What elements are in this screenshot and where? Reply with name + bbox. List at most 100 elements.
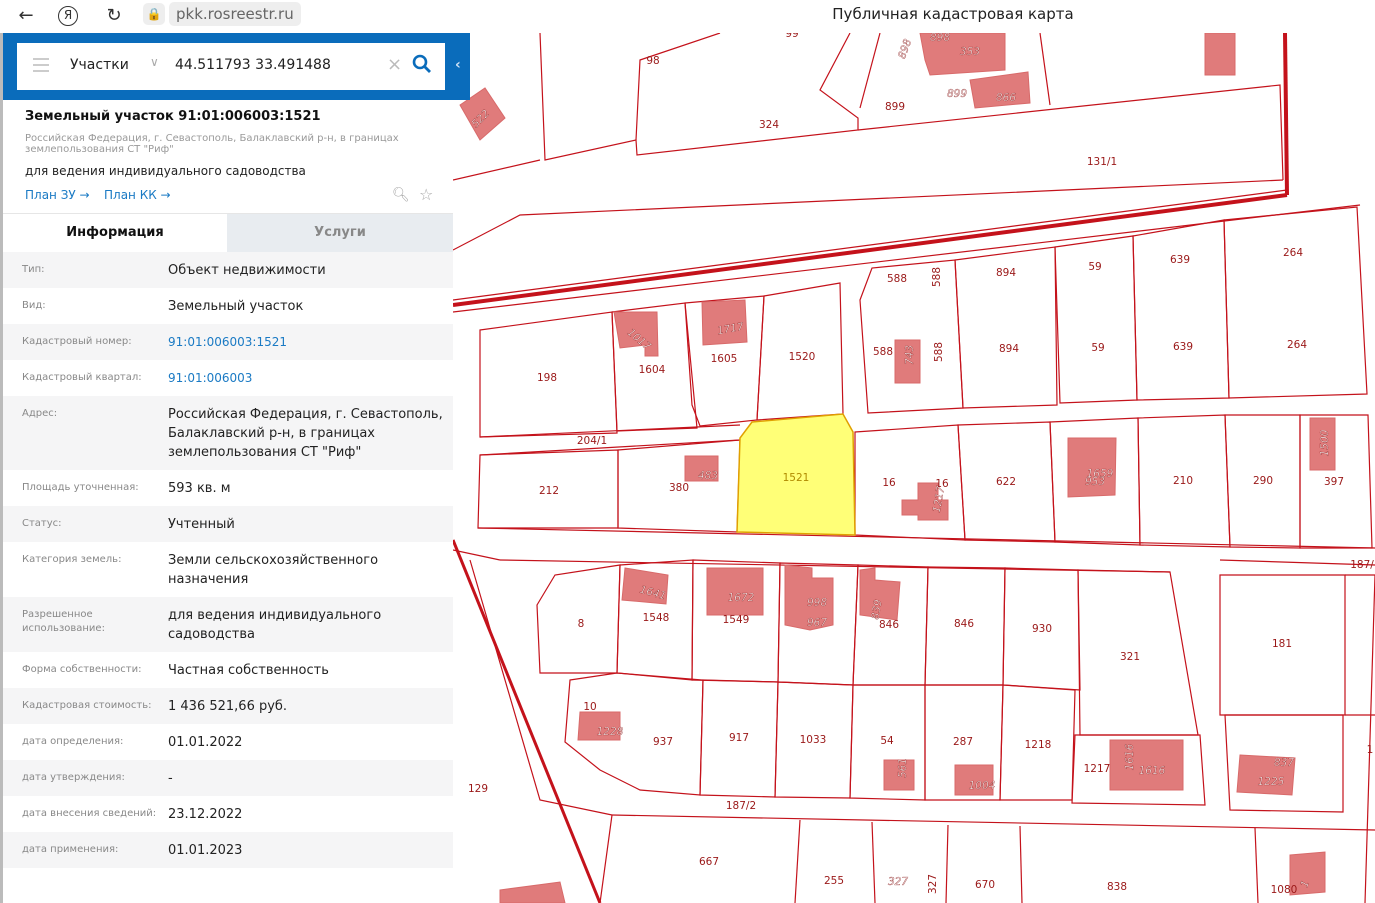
main-road-boundary[interactable] <box>453 193 1288 307</box>
tab-services[interactable]: Услуги <box>227 214 453 252</box>
parcel-label: 255 <box>824 875 844 887</box>
parcel-label: 99 <box>785 33 798 40</box>
parcel-label: 588 <box>931 267 943 287</box>
parcel-label: 894 <box>996 267 1016 279</box>
menu-icon[interactable] <box>33 58 49 72</box>
collapse-panel-icon[interactable]: ‹ <box>455 57 461 73</box>
attribute-value: - <box>168 771 173 786</box>
parcel-label: 1225 <box>1258 776 1285 788</box>
parcel-label: 324 <box>759 119 779 131</box>
main-road-boundary[interactable] <box>453 539 602 903</box>
boundary-line[interactable] <box>871 821 876 903</box>
parcel-label: 8 <box>578 618 585 630</box>
boundary-line[interactable] <box>599 814 613 903</box>
boundary-line[interactable] <box>945 824 949 903</box>
boundary-line[interactable] <box>857 84 1284 181</box>
parcel-label: 59 <box>1091 342 1104 354</box>
parcel-label: 917 <box>729 732 749 744</box>
parcel-label: 1616 <box>1139 765 1166 777</box>
zoom-to-object-icon[interactable]: 🔍︎ <box>392 187 410 203</box>
boundary-line[interactable] <box>539 33 859 161</box>
parcel-label: 1548 <box>643 612 670 624</box>
boundary-line[interactable] <box>453 204 1361 313</box>
attribute-label: Форма собственности: <box>22 664 142 675</box>
boundary-line[interactable] <box>479 439 741 456</box>
object-address: Российская Федерация, г. Севастополь, Ба… <box>25 133 399 155</box>
attribute-row: дата утверждения: - <box>3 760 453 796</box>
boundary-line[interactable] <box>477 527 1375 549</box>
tab-information[interactable]: Информация <box>3 214 227 252</box>
browser-toolbar: ← Я ↻ 🔒 pkk.rosreestr.ru Публичная кадас… <box>0 0 1375 33</box>
parcel-label: 670 <box>975 879 995 891</box>
parcel-label: 846 <box>879 619 899 631</box>
attribute-label: дата определения: <box>22 736 124 747</box>
boundary-line[interactable] <box>453 179 1284 251</box>
parcel-label: 16 <box>882 477 896 489</box>
parcel-label: 937 <box>653 736 673 748</box>
boundary-line[interactable] <box>611 814 1375 831</box>
search-icon[interactable] <box>410 52 434 76</box>
parcel-boundary[interactable] <box>1132 219 1230 401</box>
boundary-line[interactable] <box>479 424 741 438</box>
chevron-down-icon[interactable]: ∨ <box>150 55 159 69</box>
boundary-line[interactable] <box>635 33 721 141</box>
search-input[interactable]: 44.511793 33.491488 <box>175 57 331 73</box>
attribute-row: Вид: Земельный участок <box>3 288 453 324</box>
parcel-label: 290 <box>1253 475 1273 487</box>
plan-kk-link[interactable]: План КК → <box>104 188 171 202</box>
attribute-value: 1 436 521,66 руб. <box>168 699 288 714</box>
yandex-logo-icon[interactable]: Я <box>58 6 78 26</box>
attribute-value[interactable]: 91:01:006003 <box>168 369 448 388</box>
parcel-label: 1520 <box>789 351 816 363</box>
attribute-row: Разрешенное использование: для ведения ин… <box>3 597 453 652</box>
back-arrow-icon[interactable]: ← <box>14 4 38 28</box>
parcel-label: 321 <box>1120 651 1140 663</box>
parcel-boundary[interactable] <box>859 259 964 414</box>
parcel-label: 1004 <box>969 780 996 792</box>
boundary-line[interactable] <box>859 33 881 109</box>
clear-icon[interactable]: × <box>387 54 402 75</box>
attribute-value: Российская Федерация, г. Севастополь, Ба… <box>168 407 443 460</box>
boundary-line[interactable] <box>499 559 1171 573</box>
star-icon[interactable]: ☆ <box>419 185 433 204</box>
building[interactable] <box>499 881 566 903</box>
parcel-label: 899 <box>885 101 905 113</box>
boundary-line[interactable] <box>1364 574 1375 903</box>
attribute-row: дата применения: 01.01.2023 <box>3 832 453 868</box>
layer-select[interactable]: Участки <box>70 57 129 73</box>
parcel-label: 838 <box>1107 881 1127 893</box>
parcel-label: 98 <box>646 55 659 67</box>
parcel-label: 131/1 <box>1087 156 1117 168</box>
main-road-boundary[interactable] <box>1283 33 1289 196</box>
parcel-label: 667 <box>699 856 719 868</box>
boundary-line[interactable] <box>794 819 801 903</box>
boundary-line[interactable] <box>453 189 1288 301</box>
attribute-label: Кадастровый квартал: <box>22 372 142 383</box>
lock-icon[interactable]: 🔒 <box>143 3 165 25</box>
parcel-label: 54 <box>880 735 894 747</box>
attribute-value[interactable]: 91:01:006003:1521 <box>168 333 448 352</box>
parcel-label: 639 <box>1170 254 1190 266</box>
attribute-value: 01.01.2022 <box>168 735 243 750</box>
attribute-label: Категория земель: <box>22 554 122 565</box>
boundary-line[interactable] <box>1039 33 1051 106</box>
parcel-label: 327 <box>888 876 908 888</box>
boundary-line[interactable] <box>453 159 541 181</box>
info-panel: Участки ∨ 44.511793 33.491488 × ‹ Земель… <box>0 33 470 903</box>
boundary-line[interactable] <box>1019 825 1023 903</box>
plan-zu-link[interactable]: План ЗУ → <box>25 188 90 202</box>
parcel-label: 588 <box>887 273 907 285</box>
address-bar[interactable]: pkk.rosreestr.ru <box>169 2 301 26</box>
reload-icon[interactable]: ↻ <box>102 4 126 28</box>
building[interactable] <box>1204 33 1236 76</box>
parcel-label: 1 <box>1367 744 1374 756</box>
parcel-boundary[interactable] <box>1223 206 1368 399</box>
attribute-label: дата утверждения: <box>22 772 125 783</box>
parcel-label: 198 <box>537 372 557 384</box>
cadastral-map[interactable]: 9899 898898 353899899 866324131/1522588 588 8… <box>453 33 1375 903</box>
parcel-label: 181 <box>1272 638 1292 650</box>
parcel-label: 129 <box>468 783 488 795</box>
attribute-label: Кадастровая стоимость: <box>22 700 152 711</box>
boundary-line[interactable] <box>1254 827 1259 903</box>
parcel-label: 1217 <box>1084 763 1111 775</box>
